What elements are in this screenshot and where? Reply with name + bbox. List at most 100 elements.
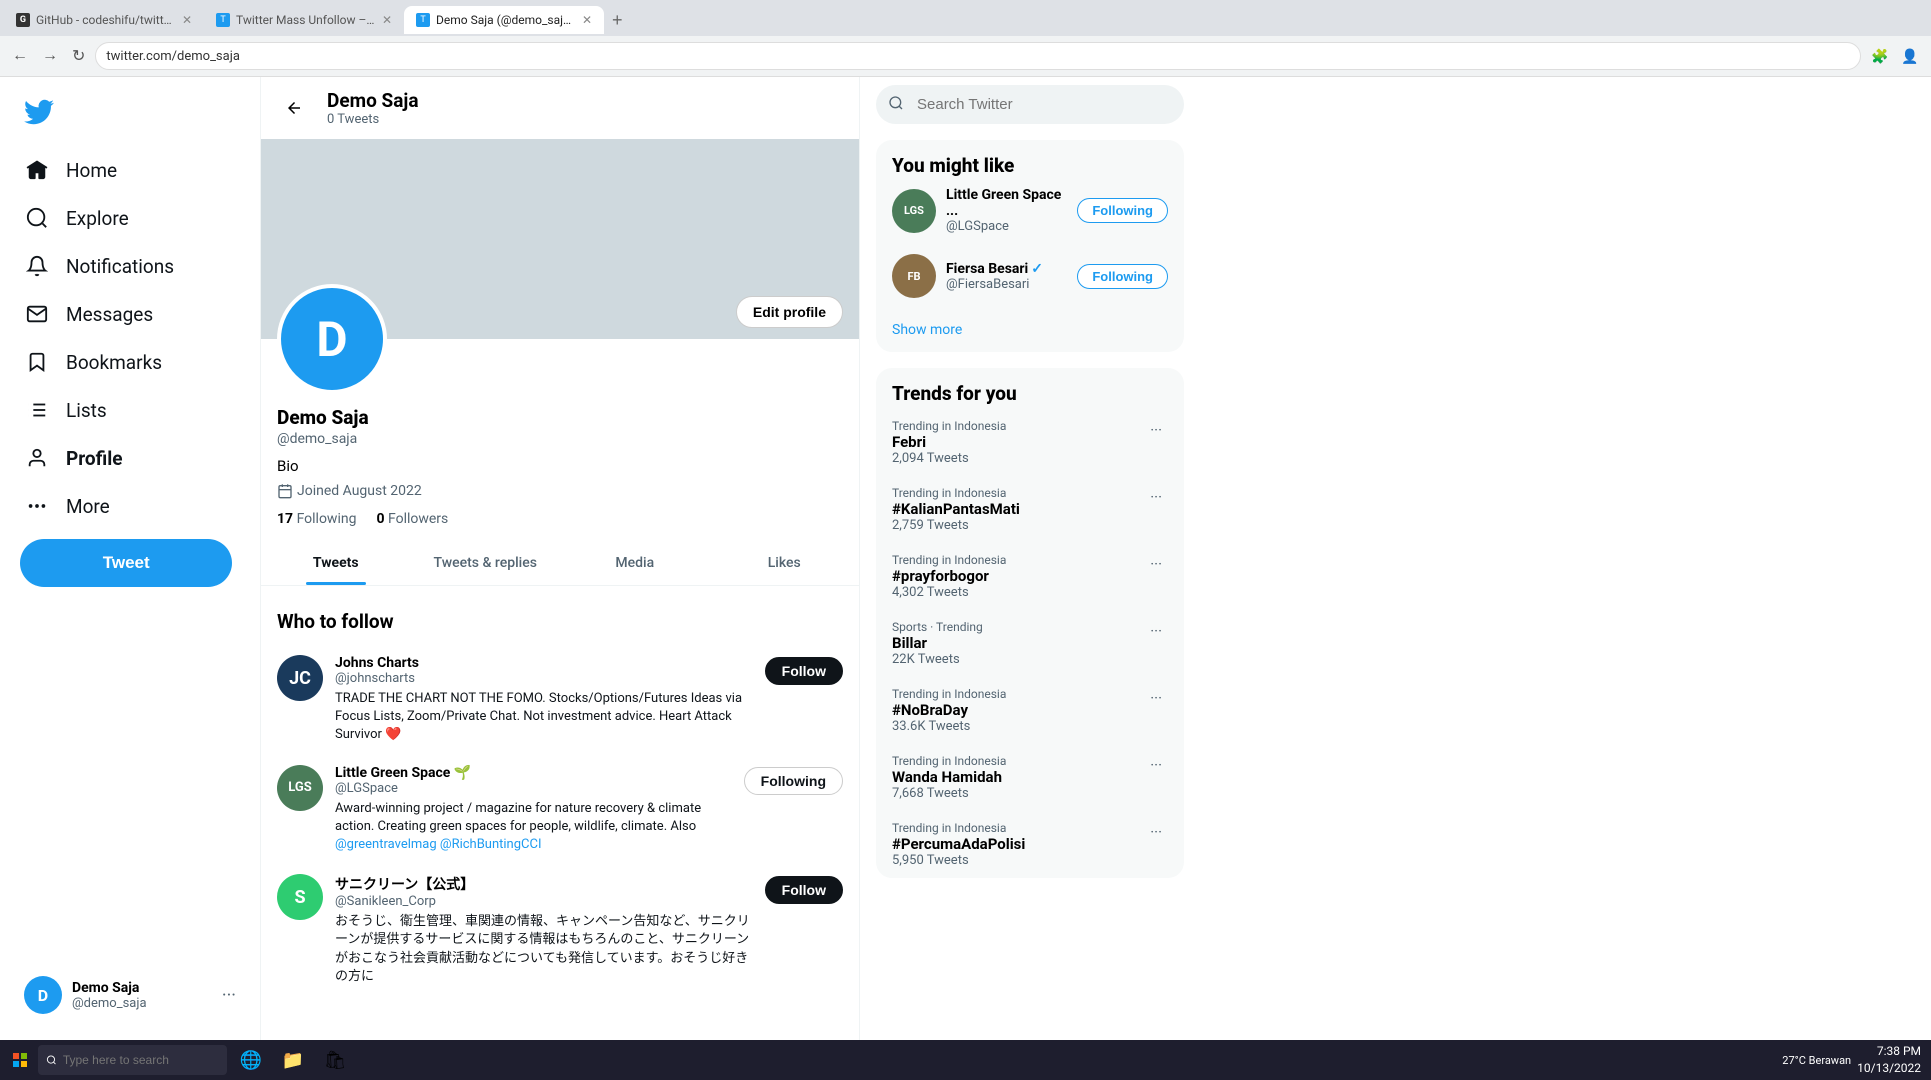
sidebar-item-more[interactable]: More [12,483,248,529]
sidebar-item-lists[interactable]: Lists [12,387,248,433]
tweet-button[interactable]: Tweet [20,539,232,587]
tab-likes[interactable]: Likes [710,541,860,585]
user-info-bottom[interactable]: D Demo Saja @demo_saja ··· [12,966,248,1024]
trend-item-febri[interactable]: Trending in Indonesia Febri 2,094 Tweets… [876,409,1184,476]
tab-tweets-replies[interactable]: Tweets & replies [411,541,561,585]
sanikleen-name: サニクリーン【公式】 [335,874,753,894]
trend-percuma-row: Trending in Indonesia #PercumaAdaPolisi … [892,821,1168,868]
might-like-fiersa-info: Fiersa Besari ✓ @FiersaBesari [946,261,1067,292]
sidebar-item-notifications-label: Notifications [66,255,174,278]
trend-item-pray[interactable]: Trending in Indonesia #prayforbogor 4,30… [876,543,1184,610]
main-content: Demo Saja 0 Tweets D Edit profile Demo S… [260,77,860,1040]
trend-item-wanda[interactable]: Trending in Indonesia Wanda Hamidah 7,66… [876,744,1184,811]
address-bar: ← → ↻ twitter.com/demo_saja 🧩 👤 [0,36,1931,76]
user-display-name: Demo Saja [72,980,212,996]
johns-name: Johns Charts [335,655,753,671]
tab-2-close[interactable]: ✕ [382,13,392,27]
sidebar-item-home[interactable]: Home [12,147,248,193]
show-more-button[interactable]: Show more [876,308,1184,352]
back-browser-button[interactable]: ← [8,43,32,69]
tab-1[interactable]: G GitHub - codeshifu/twitter-mass... ✕ [4,6,204,34]
sanikleen-follow-button[interactable]: Follow [765,876,843,904]
trend-item-percuma[interactable]: Trending in Indonesia #PercumaAdaPolisi … [876,811,1184,878]
more-icon [24,493,50,519]
tab-media[interactable]: Media [560,541,710,585]
trend-nobra-name: #NoBraDay [892,701,1006,719]
trend-item-billar[interactable]: Sports · Trending Billar 22K Tweets ··· [876,610,1184,677]
tab-2[interactable]: T Twitter Mass Unfollow – Chrome... ✕ [204,6,404,34]
followers-stat[interactable]: 0 Followers [376,511,448,527]
lgs-following-button[interactable]: Following [744,767,843,795]
search-input[interactable] [876,85,1184,124]
trend-billar-more[interactable]: ··· [1144,620,1168,642]
sidebar-item-notifications[interactable]: Notifications [12,243,248,289]
url-bar[interactable]: twitter.com/demo_saja [95,42,1861,70]
might-like-item-fiersa[interactable]: FB Fiersa Besari ✓ @FiersaBesari Followi… [876,244,1184,308]
sidebar-item-messages[interactable]: Messages [12,291,248,337]
trend-kalian-info: Trending in Indonesia #KalianPantasMati … [892,486,1020,533]
trend-kalian-count: 2,759 Tweets [892,518,1020,533]
tab-tweets[interactable]: Tweets [261,541,411,585]
new-tab-button[interactable]: + [608,10,627,31]
trend-percuma-context: Trending in Indonesia [892,821,1025,835]
trend-billar-context: Sports · Trending [892,620,983,634]
might-like-lgs-handle: @LGSpace [946,219,1067,234]
might-like-lgs-following-button[interactable]: Following [1077,198,1168,223]
trend-febri-context: Trending in Indonesia [892,419,1006,433]
follow-item-johns: JC Johns Charts @johnscharts TRADE THE C… [261,645,859,755]
extensions-button[interactable]: 🧩 [1867,43,1893,69]
taskbar-icon-store[interactable]: 🛍 [315,1042,355,1078]
trend-febri-name: Febri [892,433,1006,451]
trend-nobra-more[interactable]: ··· [1144,687,1168,709]
user-avatar-bottom: D [24,976,62,1014]
trend-item-kalian[interactable]: Trending in Indonesia #KalianPantasMati … [876,476,1184,543]
sidebar-item-explore[interactable]: Explore [12,195,248,241]
trend-item-nobra[interactable]: Trending in Indonesia #NoBraDay 33.6K Tw… [876,677,1184,744]
following-stat[interactable]: 17 Following [277,511,356,527]
taskbar-icon-explorer[interactable]: 📁 [273,1042,313,1078]
tab-3-close[interactable]: ✕ [582,13,592,27]
user-dots-button[interactable]: ··· [222,985,236,1006]
twitter-logo[interactable] [12,85,248,143]
might-like-item-lgs[interactable]: LGS Little Green Space ... @LGSpace Foll… [876,177,1184,244]
taskbar-icon-chrome[interactable]: 🌐 [231,1042,271,1078]
search-icon [888,95,904,115]
tabs-bar: G GitHub - codeshifu/twitter-mass... ✕ T… [0,0,1931,36]
start-button[interactable] [4,1044,36,1076]
edit-profile-button[interactable]: Edit profile [736,296,843,328]
trend-nobra-info: Trending in Indonesia #NoBraDay 33.6K Tw… [892,687,1006,734]
sanikleen-avatar: S [277,874,323,920]
taskbar: 🌐 📁 🛍 27°C Berawan 7:38 PM 10/13/2022 [0,1040,1931,1080]
sidebar-item-bookmarks[interactable]: Bookmarks [12,339,248,385]
johns-handle: @johnscharts [335,671,753,686]
back-button[interactable] [277,91,311,125]
trend-febri-count: 2,094 Tweets [892,451,1006,466]
johns-follow-button[interactable]: Follow [765,657,843,685]
user-info-text: Demo Saja @demo_saja [72,980,212,1011]
trend-pray-more[interactable]: ··· [1144,553,1168,575]
might-like-fiersa-handle: @FiersaBesari [946,277,1067,292]
bell-icon [24,253,50,279]
taskbar-search-input[interactable] [63,1053,219,1067]
trend-febri-more[interactable]: ··· [1144,419,1168,441]
trend-kalian-more[interactable]: ··· [1144,486,1168,508]
profile-tabs: Tweets Tweets & replies Media Likes [261,541,859,586]
tab-3[interactable]: T Demo Saja (@demo_saja) / Twitt... ✕ [404,6,604,34]
trend-wanda-count: 7,668 Tweets [892,786,1006,801]
profile-icon [24,445,50,471]
might-like-fiersa-following-button[interactable]: Following [1077,264,1168,289]
who-to-follow: Who to follow JC Johns Charts @johnschar… [261,586,859,1008]
trend-kalian-context: Trending in Indonesia [892,486,1020,500]
trend-wanda-more[interactable]: ··· [1144,754,1168,776]
profile-button[interactable]: 👤 [1897,43,1923,69]
trend-percuma-info: Trending in Indonesia #PercumaAdaPolisi … [892,821,1025,868]
sidebar-item-profile[interactable]: Profile [12,435,248,481]
forward-browser-button[interactable]: → [38,43,62,69]
trend-percuma-more[interactable]: ··· [1144,821,1168,843]
trend-kalian-row: Trending in Indonesia #KalianPantasMati … [892,486,1168,533]
tab-1-close[interactable]: ✕ [182,13,192,27]
browser-actions: 🧩 👤 [1867,43,1923,69]
taskbar-search[interactable] [38,1045,227,1075]
trend-febri-info: Trending in Indonesia Febri 2,094 Tweets [892,419,1006,466]
reload-button[interactable]: ↻ [68,42,89,70]
